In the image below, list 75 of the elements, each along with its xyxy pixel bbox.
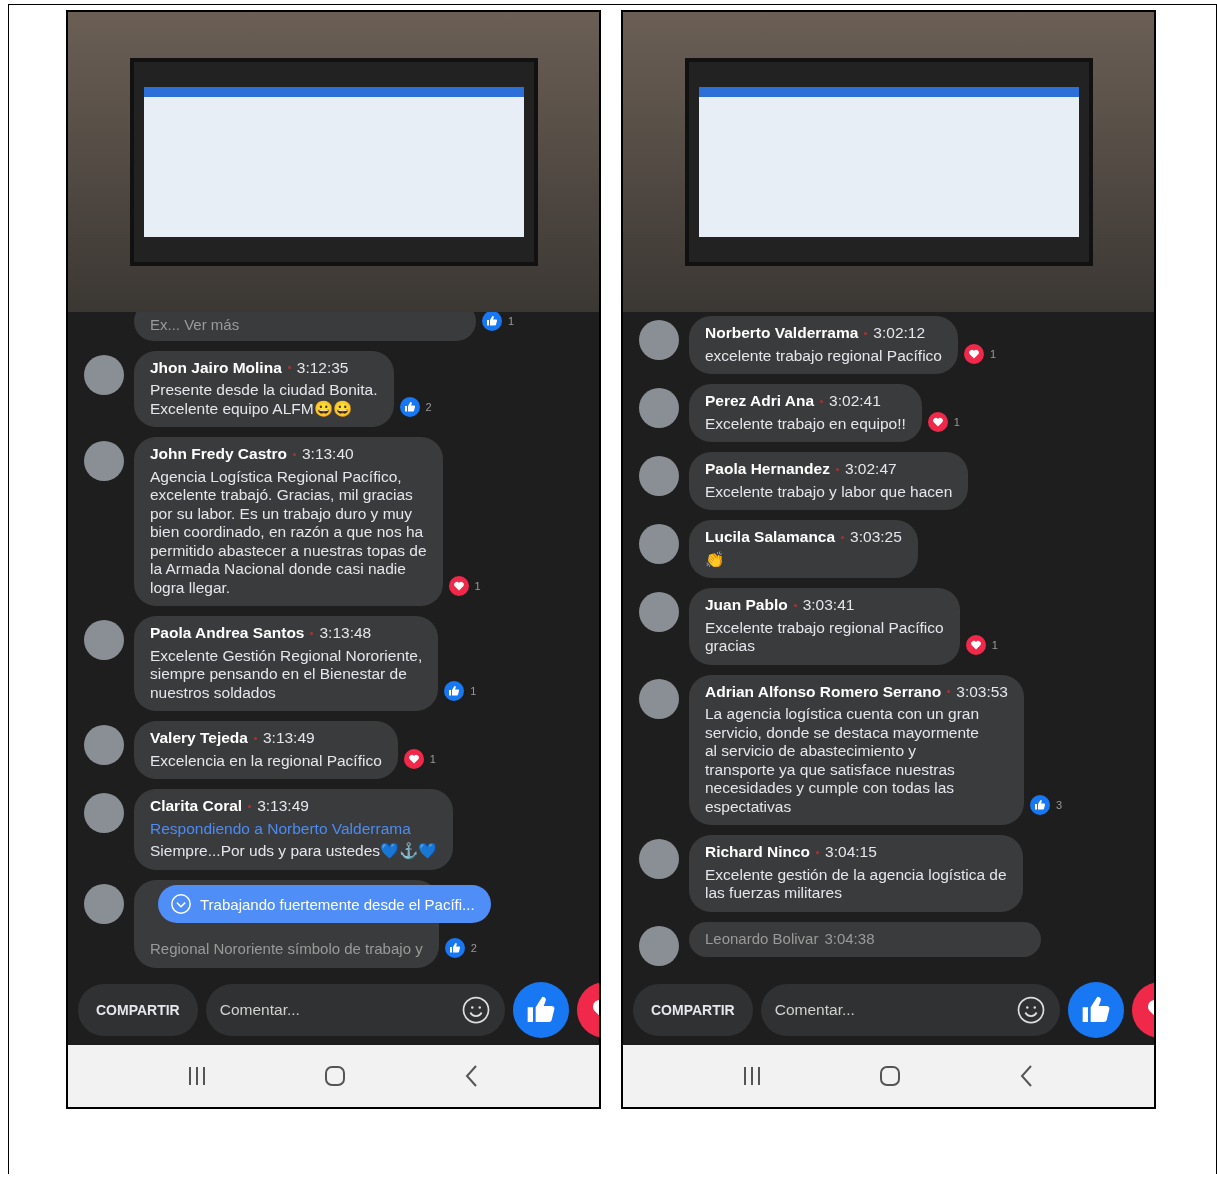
comment-time: 3:02:12 <box>873 324 926 343</box>
commenter-name[interactable]: Paola Hernandez <box>705 460 830 479</box>
commenter-name[interactable]: Richard Ninco <box>705 843 811 862</box>
avatar[interactable] <box>639 925 679 966</box>
comment-text: Siempre...Por uds y para ustedes💙⚓💙 <box>150 842 438 861</box>
comment-time: 3:13:49 <box>257 797 309 816</box>
avatar[interactable] <box>84 725 124 765</box>
comment-time: 3:03:41 <box>802 596 855 615</box>
comment-field[interactable]: Comentar... <box>760 984 1060 1036</box>
avatar[interactable] <box>84 620 124 660</box>
commenter-name[interactable]: Adrian Alfonso Romero Serrano <box>705 682 942 701</box>
comment-text: 👏 <box>705 550 725 569</box>
reaction-count: 2 <box>470 942 477 954</box>
reaction-count: 1 <box>470 685 477 697</box>
commenter-name[interactable]: John Fredy Castro <box>150 445 287 464</box>
comment-text: Presente desde la ciudad Bonita. Excelente equipo ALFM😀😀 <box>150 381 378 418</box>
comment-text: Excelente trabajo y labor que hacen <box>705 482 953 501</box>
reaction-count: 2 <box>425 401 432 413</box>
comment-time: 3:12:35 <box>296 358 349 377</box>
avatar[interactable] <box>84 793 124 833</box>
commenter-name[interactable]: Perez Adri Ana <box>705 392 815 411</box>
reaction-count: 1 <box>989 348 997 360</box>
avatar[interactable] <box>84 441 124 481</box>
avatar[interactable] <box>639 456 679 496</box>
commenter-name[interactable]: Paola Andrea Santos <box>150 624 305 643</box>
comment-text: Excelente gestión de la agencia logística de las fuerzas militares <box>705 865 1007 903</box>
share-button[interactable]: COMPARTIR <box>78 984 198 1036</box>
comment-text: excelente trabajo regional Pacífico <box>705 346 942 365</box>
avatar[interactable] <box>639 320 679 360</box>
home-icon[interactable] <box>322 1064 347 1088</box>
avatar[interactable] <box>84 883 124 924</box>
comment-text: Excelente trabajo regional Pacífico gracias <box>705 618 944 656</box>
commenter-name[interactable]: Juan Pablo <box>705 596 788 615</box>
comment-text: Excelente trabajo en equipo!! <box>705 414 906 433</box>
comment-text: Excelente Gestión Regional Nororiente, siempre pensando en el Bienestar de nuestros soldados <box>150 646 423 702</box>
commenter-name[interactable]: Norberto Valderrama <box>705 324 859 343</box>
avatar[interactable] <box>639 524 679 564</box>
share-button[interactable]: COMPARTIR <box>633 984 753 1036</box>
comment-time: 3:03:25 <box>850 528 902 547</box>
avatar[interactable] <box>639 388 679 428</box>
comment-time: 3:03:53 <box>956 682 1008 701</box>
commenter-name[interactable]: Valery Tejeda <box>150 729 248 748</box>
chevron-down-icon <box>170 893 192 915</box>
reaction-count: 3 <box>1056 799 1063 811</box>
comment-text: Regional Nororiente símbolo de trabajo y <box>150 939 423 958</box>
reaction-count: 1 <box>953 416 960 428</box>
avatar[interactable] <box>639 592 679 632</box>
avatar[interactable] <box>639 678 679 719</box>
comment-text: La agencia logística cuenta con un gran servicio, donde se destaca mayormente al servicio de abastecimiento y transporte ya que satisface nuestras necesidades y cumple con todas las espectativas <box>705 705 981 816</box>
reaction-count: 1 <box>429 753 436 765</box>
comment-time: 3:04:15 <box>825 843 877 862</box>
emoji-icon[interactable] <box>461 995 491 1025</box>
commenter-name[interactable]: Clarita Coral <box>150 797 243 816</box>
comment-field[interactable]: Comentar... <box>205 984 505 1036</box>
avatar[interactable] <box>84 354 124 395</box>
commenter-name[interactable]: Lucila Salamanca <box>705 528 836 547</box>
emoji-icon[interactable] <box>1016 995 1046 1025</box>
comment-time: 3:13:48 <box>319 624 372 643</box>
reaction-count: 1 <box>474 580 481 592</box>
commenter-name: Leonardo Bolivar <box>705 929 819 948</box>
comment-text: Excelencia en la regional Pacífico <box>150 751 382 770</box>
comment-time: 3:13:40 <box>301 445 354 464</box>
home-icon[interactable] <box>877 1064 902 1088</box>
comment-time: 3:02:47 <box>844 460 897 479</box>
avatar[interactable] <box>639 839 679 879</box>
comment-text: Agencia Logística Regional Pacífico, excelente trabajó. Gracias, mil gracias por su labor. Es un trabajo duro y muy bien coordinado, en razón a que nos ha permitido abastecer a nuestras topas de la Armada Nacional donde casi nadie logra llegar. <box>150 467 427 597</box>
comment-time: 3:13:49 <box>262 729 315 748</box>
comment-time: 3:04:38 <box>824 929 875 948</box>
comment-time: 3:02:41 <box>829 392 881 411</box>
reaction-count: 1 <box>508 314 515 327</box>
commenter-name[interactable]: Jhon Jairo Molina <box>150 358 282 377</box>
like-button[interactable] <box>513 982 569 1038</box>
comment-text: Ex... Ver más <box>150 316 241 335</box>
like-button[interactable] <box>1068 982 1124 1038</box>
reaction-count: 1 <box>991 638 998 651</box>
